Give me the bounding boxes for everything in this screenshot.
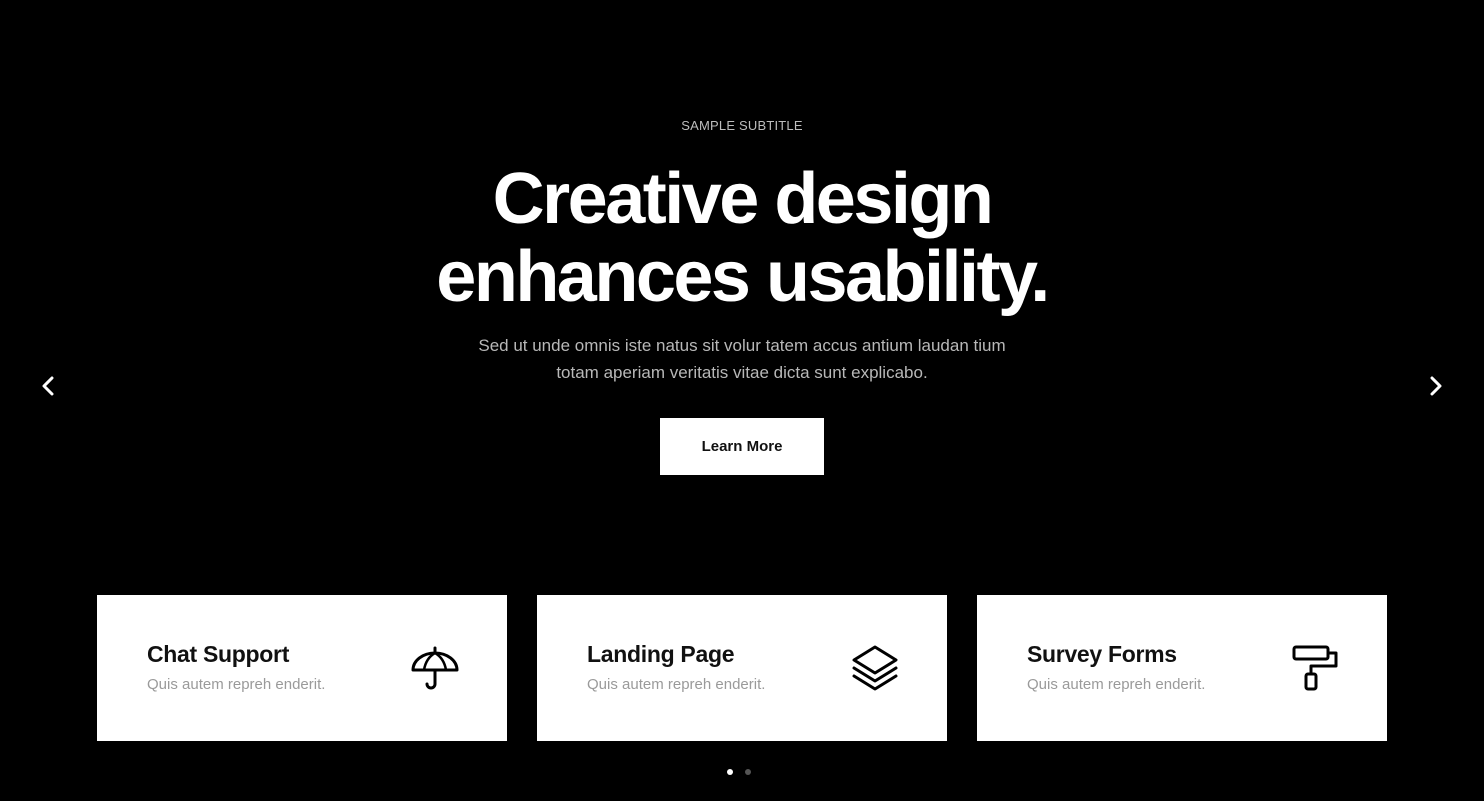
chevron-left-icon	[42, 376, 54, 396]
learn-more-button[interactable]: Learn More	[660, 418, 824, 475]
hero-description: Sed ut unde omnis iste natus sit volur t…	[442, 332, 1042, 386]
slider-pagination	[727, 768, 751, 776]
slider-prev-button[interactable]	[34, 372, 62, 400]
slider-next-button[interactable]	[1422, 372, 1450, 400]
card-title: Chat Support	[147, 641, 290, 667]
hero-title: Creative design enhances usability.	[0, 160, 1484, 316]
hero-description-line-1: Sed ut unde omnis iste natus sit volur t…	[478, 336, 1006, 355]
hero-title-line-2: enhances usability.	[436, 237, 1050, 317]
card-subtitle: Quis autem repreh enderit.	[1027, 676, 1206, 693]
card-subtitle: Quis autem repreh enderit.	[147, 676, 326, 693]
paint-roller-icon	[1289, 643, 1341, 693]
chevron-right-icon	[1430, 376, 1442, 396]
pagination-dot-2[interactable]	[745, 769, 751, 775]
layers-icon	[849, 643, 901, 693]
feature-card-chat-support[interactable]: Chat Support Quis autem repreh enderit.	[97, 595, 507, 741]
feature-card-survey-forms[interactable]: Survey Forms Quis autem repreh enderit.	[977, 595, 1387, 741]
feature-card-landing-page[interactable]: Landing Page Quis autem repreh enderit.	[537, 595, 947, 741]
hero-slider: SAMPLE SUBTITLE Creative design enhances…	[0, 0, 1484, 801]
card-subtitle: Quis autem repreh enderit.	[587, 676, 766, 693]
card-title: Survey Forms	[1027, 641, 1177, 667]
card-title: Landing Page	[587, 641, 735, 667]
hero-subtitle: SAMPLE SUBTITLE	[681, 118, 803, 133]
umbrella-icon	[409, 643, 461, 693]
pagination-dot-1[interactable]	[727, 769, 733, 775]
hero-description-line-2: totam aperiam veritatis vitae dicta sunt…	[556, 363, 928, 382]
hero-title-line-1: Creative design	[492, 159, 994, 239]
